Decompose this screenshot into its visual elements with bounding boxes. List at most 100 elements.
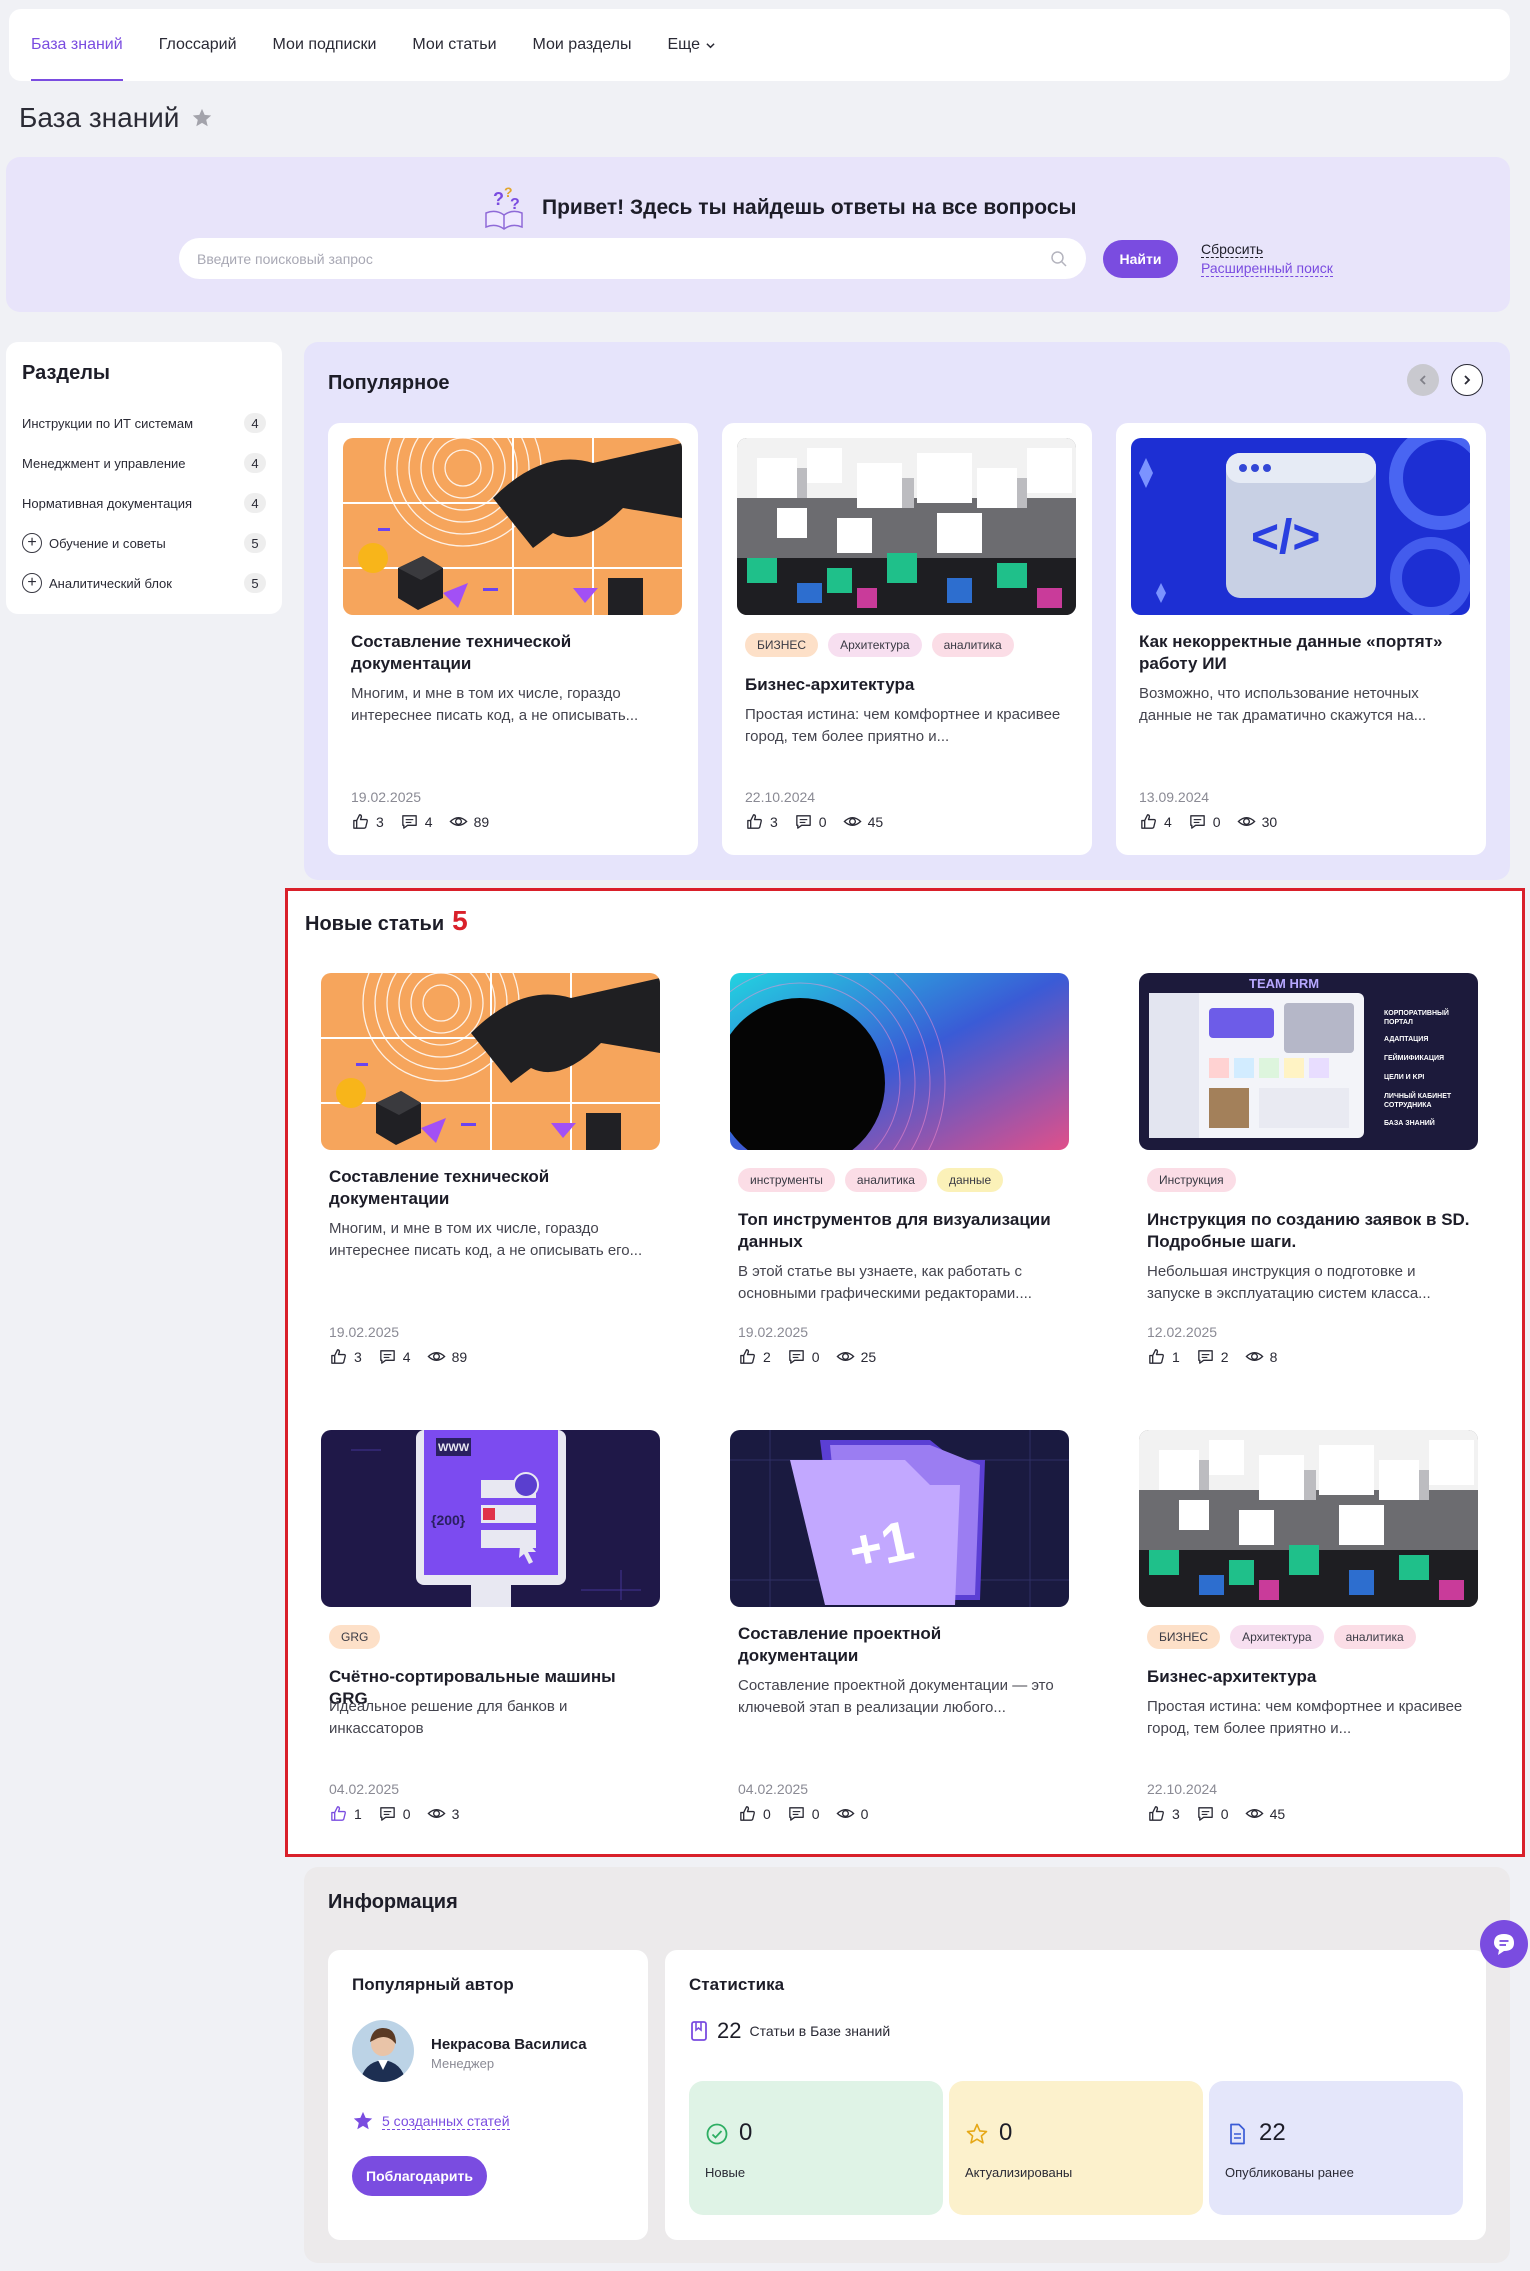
article-excerpt: Многим, и мне в том их числе, гораздо ин…: [351, 685, 639, 724]
article-title[interactable]: Бизнес-архитектура: [745, 674, 1070, 696]
article-card[interactable]: Инструкция Инструкция по созданию заявок…: [1124, 958, 1494, 1390]
comment-icon[interactable]: [787, 1347, 806, 1366]
tag-chip[interactable]: Инструкция: [1147, 1168, 1236, 1192]
like-icon[interactable]: [1139, 812, 1158, 831]
comment-icon[interactable]: [794, 812, 813, 831]
view-count: 0: [860, 1805, 869, 1822]
article-title[interactable]: Как некорректные данные «портят» работу …: [1139, 631, 1464, 675]
article-excerpt: Возможно, что использование неточных дан…: [1139, 685, 1427, 724]
article-card[interactable]: Составление технической документации Мно…: [328, 423, 698, 855]
author-articles-row: 5 созданных статей: [352, 2110, 510, 2132]
carousel-next-button[interactable]: [1451, 364, 1483, 396]
like-icon[interactable]: [745, 812, 764, 831]
star-outline-icon: [966, 2123, 988, 2144]
tab-knowledge-base[interactable]: База знаний: [31, 9, 123, 81]
tag-chip[interactable]: аналитика: [1333, 1625, 1416, 1649]
chat-button[interactable]: [1480, 1920, 1528, 1968]
article-thumbnail: [321, 1430, 660, 1607]
article-card[interactable]: GRG Счётно-сортировальные машины GRG Иде…: [306, 1415, 676, 1847]
chat-bubble-icon: [1494, 1934, 1514, 1955]
tab-my-articles[interactable]: Мои статьи: [412, 9, 496, 81]
sidebar-title: Разделы: [22, 362, 110, 384]
statistics-heading: Статистика: [689, 1975, 785, 1994]
like-icon[interactable]: [329, 1347, 348, 1366]
tag-chip[interactable]: GRG: [329, 1625, 381, 1649]
expand-plus-icon[interactable]: +: [22, 573, 42, 593]
thank-button[interactable]: Поблагодарить: [352, 2156, 487, 2196]
article-thumbnail: [1139, 1430, 1478, 1607]
carousel-prev-button[interactable]: [1407, 364, 1439, 396]
expand-plus-icon[interactable]: +: [22, 533, 42, 553]
tab-glossary[interactable]: Глоссарий: [159, 9, 237, 81]
tag-chip[interactable]: аналитика: [931, 633, 1014, 657]
like-icon[interactable]: [329, 1804, 348, 1823]
sidebar-item-management[interactable]: Менеджмент и управление 4: [22, 443, 266, 483]
tag-chip[interactable]: БИЗНЕС: [745, 633, 819, 657]
stat-tile-updated[interactable]: 0 Актуализированы: [949, 2081, 1203, 2215]
article-card[interactable]: Как некорректные данные «портят» работу …: [1116, 423, 1486, 855]
search-field[interactable]: [179, 238, 1086, 279]
article-title[interactable]: Составление проектной документации: [738, 1623, 1063, 1667]
author-name[interactable]: Некрасова Василиса: [431, 2036, 587, 2053]
article-title[interactable]: Инструкция по созданию заявок в SD. Подр…: [1147, 1209, 1472, 1253]
comment-icon[interactable]: [1196, 1347, 1215, 1366]
comment-icon[interactable]: [787, 1804, 806, 1823]
comment-count: 4: [424, 813, 433, 830]
comment-count: 0: [811, 1805, 820, 1822]
search-input[interactable]: [197, 250, 1017, 267]
find-button[interactable]: Найти: [1103, 240, 1178, 278]
article-thumbnail: [343, 438, 682, 615]
popular-author-heading: Популярный автор: [352, 1975, 514, 1994]
tag-chip[interactable]: Архитектура: [828, 633, 922, 657]
comment-icon[interactable]: [378, 1347, 397, 1366]
tag-chip[interactable]: БИЗНЕС: [1147, 1625, 1221, 1649]
tag-chip[interactable]: аналитика: [844, 1168, 927, 1192]
tag-chip[interactable]: инструменты: [738, 1168, 835, 1192]
article-date: 12.02.2025: [1147, 1324, 1218, 1340]
comment-count: 4: [402, 1348, 411, 1365]
sidebar-item-it-systems[interactable]: Инструкции по ИТ системам 4: [22, 403, 266, 443]
tab-more[interactable]: Еще: [667, 9, 715, 81]
tab-my-sections[interactable]: Мои разделы: [533, 9, 632, 81]
sidebar-item-analytics[interactable]: + Аналитический блок 5: [22, 563, 266, 603]
tab-more-label: Еще: [667, 36, 701, 53]
advanced-search-link[interactable]: Расширенный поиск: [1201, 260, 1333, 277]
svg-text:?: ?: [510, 196, 520, 213]
comment-icon[interactable]: [378, 1804, 397, 1823]
article-date: 19.02.2025: [738, 1324, 809, 1340]
reset-link[interactable]: Сбросить: [1201, 241, 1264, 258]
comment-icon[interactable]: [1188, 812, 1207, 831]
article-title[interactable]: Топ инструментов для визуализации данных: [738, 1209, 1063, 1253]
stat-label: Актуализированы: [965, 2165, 1073, 2180]
stat-tile-new[interactable]: 0 Новые: [689, 2081, 943, 2215]
article-card[interactable]: инструменты аналитика данные Топ инструм…: [715, 958, 1085, 1390]
article-card[interactable]: Составление проектной документации Соста…: [715, 1415, 1085, 1847]
comment-icon[interactable]: [400, 812, 419, 831]
like-icon[interactable]: [1147, 1347, 1166, 1366]
comment-icon[interactable]: [1196, 1804, 1215, 1823]
statistics-card: Статистика 22 Статьи в Базе знаний 0 Нов…: [665, 1950, 1486, 2240]
favorite-star-icon[interactable]: [191, 107, 213, 129]
comment-count: 0: [1212, 813, 1221, 830]
article-title[interactable]: Составление технической документации: [329, 1166, 654, 1210]
author-articles-link[interactable]: 5 созданных статей: [382, 2113, 510, 2130]
article-card[interactable]: БИЗНЕС Архитектура аналитика Бизнес-архи…: [1124, 1415, 1494, 1847]
tab-my-subscriptions[interactable]: Мои подписки: [273, 9, 377, 81]
avatar[interactable]: [352, 2020, 414, 2082]
article-card[interactable]: Составление технической документации Мно…: [306, 958, 676, 1390]
tag-chip[interactable]: данные: [936, 1168, 1004, 1192]
like-icon[interactable]: [738, 1347, 757, 1366]
like-count: 3: [376, 813, 384, 830]
tag-chip[interactable]: Архитектура: [1230, 1625, 1324, 1649]
like-icon[interactable]: [351, 812, 370, 831]
sidebar-item-regulations[interactable]: Нормативная документация 4: [22, 483, 266, 523]
search-icon[interactable]: [1050, 250, 1068, 268]
article-title[interactable]: Составление технической документации: [351, 631, 676, 675]
sidebar-item-training[interactable]: + Обучение и советы 5: [22, 523, 266, 563]
article-date: 22.10.2024: [1147, 1781, 1218, 1797]
article-card[interactable]: БИЗНЕС Архитектура аналитика Бизнес-архи…: [722, 423, 1092, 855]
like-icon[interactable]: [1147, 1804, 1166, 1823]
stat-tile-published[interactable]: 22 Опубликованы ранее: [1209, 2081, 1463, 2215]
article-title[interactable]: Бизнес-архитектура: [1147, 1666, 1472, 1688]
like-icon[interactable]: [738, 1804, 757, 1823]
